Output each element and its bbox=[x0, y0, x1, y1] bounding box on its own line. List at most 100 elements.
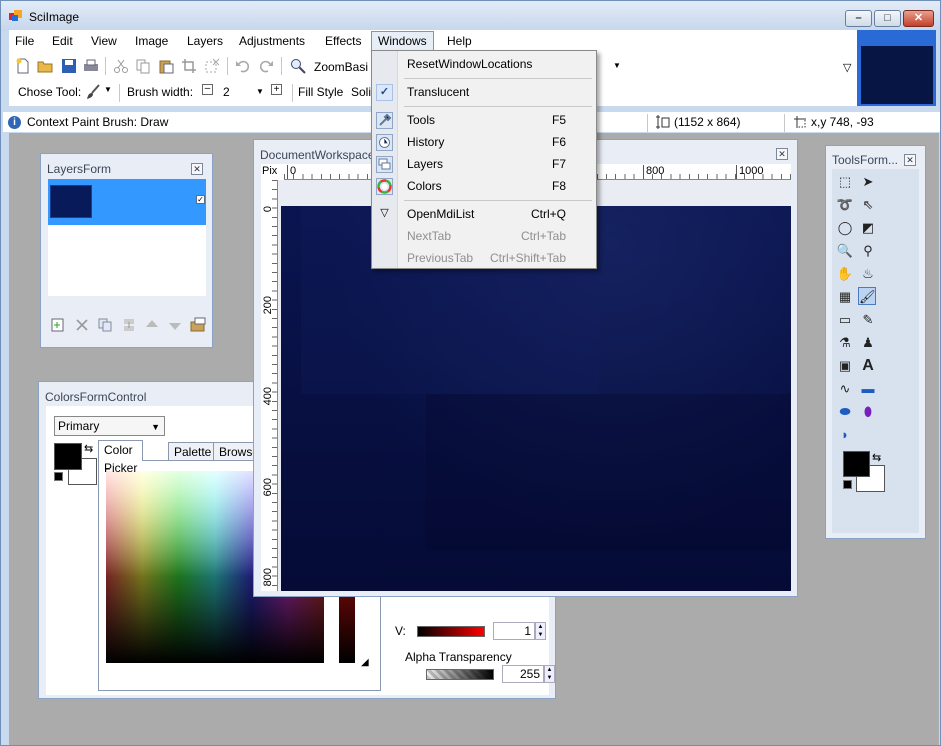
close-icon[interactable]: ✕ bbox=[904, 154, 916, 166]
value-gradient-slider[interactable] bbox=[417, 626, 485, 637]
close-window-button[interactable]: ✕ bbox=[903, 10, 934, 27]
image-size-text: (1152 x 864) bbox=[674, 115, 741, 129]
chevron-down-icon[interactable]: ▼ bbox=[613, 61, 621, 70]
layer-properties-icon[interactable] bbox=[190, 316, 206, 332]
tab-browse[interactable]: Browse bbox=[213, 442, 254, 461]
ruler-y-label: 600 bbox=[262, 478, 274, 497]
increase-width-icon[interactable]: + bbox=[271, 84, 282, 95]
cut-icon[interactable] bbox=[113, 58, 129, 74]
eraser-tool-icon[interactable]: ▭ bbox=[836, 311, 854, 329]
rectangle-select-tool-icon[interactable]: ⬚ bbox=[836, 173, 854, 191]
menu-item-colors[interactable]: Colors F8 bbox=[372, 175, 596, 197]
move-selection-tool-icon[interactable]: ➤ bbox=[859, 173, 877, 191]
redo-icon[interactable] bbox=[258, 58, 274, 74]
save-icon[interactable] bbox=[61, 58, 77, 74]
value-input[interactable]: 1 bbox=[493, 622, 535, 640]
move-layer-down-icon[interactable] bbox=[167, 317, 183, 333]
menu-help[interactable]: Help bbox=[441, 32, 478, 51]
primary-color-swatch[interactable] bbox=[54, 443, 82, 470]
width-dropdown-chevron-icon[interactable]: ▼ bbox=[256, 87, 264, 96]
brush-width-value[interactable]: 2 bbox=[223, 85, 230, 99]
menu-adjustments[interactable]: Adjustments bbox=[233, 32, 311, 51]
maximize-button[interactable]: □ bbox=[874, 10, 901, 27]
new-file-icon[interactable] bbox=[15, 58, 31, 74]
menu-layers[interactable]: Layers bbox=[181, 32, 229, 51]
menu-item-reset-window-locations[interactable]: ResetWindowLocations bbox=[372, 53, 596, 75]
rounded-rectangle-tool-icon[interactable]: ⬬ bbox=[836, 403, 854, 421]
menu-item-translucent[interactable]: ✓ Translucent bbox=[372, 81, 596, 103]
menu-image[interactable]: Image bbox=[129, 32, 174, 51]
paint-bucket-tool-icon[interactable]: ♨ bbox=[859, 265, 877, 283]
swap-colors-icon[interactable]: ⇆ bbox=[872, 451, 881, 464]
color-picker-tool-icon[interactable]: ⚗ bbox=[836, 334, 854, 352]
menu-item-open-mdi-list[interactable]: ▽ OpenMdiList Ctrl+Q bbox=[372, 203, 596, 225]
crop-icon[interactable] bbox=[181, 58, 197, 74]
text-tool-icon[interactable]: A bbox=[859, 357, 877, 375]
menu-item-history[interactable]: History F6 bbox=[372, 131, 596, 153]
magic-wand-tool-icon[interactable]: ◩ bbox=[859, 219, 877, 237]
primary-color-swatch[interactable] bbox=[843, 451, 870, 477]
open-folder-icon[interactable] bbox=[37, 58, 53, 74]
move-pixels-tool-icon[interactable]: ⇖ bbox=[859, 196, 877, 214]
menu-item-layers[interactable]: Layers F7 bbox=[372, 153, 596, 175]
close-icon[interactable]: ✕ bbox=[776, 148, 788, 160]
menu-file[interactable]: File bbox=[9, 32, 40, 51]
magic-select-tool-icon[interactable]: ⚲ bbox=[859, 242, 877, 260]
menu-edit[interactable]: Edit bbox=[46, 32, 79, 51]
paste-icon[interactable] bbox=[158, 58, 174, 74]
value-spinner-icon[interactable]: ▲ ▼ bbox=[535, 622, 546, 640]
layer-visibility-checkbox[interactable]: ✓ bbox=[196, 195, 205, 204]
swap-colors-icon[interactable]: ⇆ bbox=[84, 442, 93, 455]
zoom-tool-icon[interactable]: 🔍 bbox=[836, 242, 854, 260]
minimize-button[interactable]: – bbox=[845, 10, 872, 27]
decrease-width-icon[interactable]: – bbox=[202, 84, 213, 95]
lasso-select-tool-icon[interactable]: ➰ bbox=[836, 196, 854, 214]
menu-item-previous-tab[interactable]: PreviousTab Ctrl+Shift+Tab bbox=[372, 247, 596, 269]
title-bar[interactable]: SciImage – □ ✕ bbox=[1, 1, 940, 31]
paintbrush-tool-icon[interactable]: 🖌 bbox=[858, 287, 876, 305]
merge-layer-icon[interactable] bbox=[121, 317, 137, 333]
freeform-shape-tool-icon[interactable]: ◗ bbox=[836, 426, 854, 444]
menu-item-tools[interactable]: Tools F5 bbox=[372, 109, 596, 131]
deselect-icon[interactable] bbox=[204, 58, 220, 74]
copy-icon[interactable] bbox=[135, 58, 151, 74]
menu-windows[interactable]: Windows bbox=[371, 31, 434, 52]
fill-style-value[interactable]: Soli bbox=[351, 85, 371, 99]
toolbar-overflow-icon[interactable]: ▽ bbox=[843, 61, 851, 74]
layer-thumbnail bbox=[50, 185, 92, 218]
layers-list: ✓ bbox=[48, 179, 206, 296]
pan-tool-icon[interactable]: ✋ bbox=[836, 265, 854, 283]
delete-layer-icon[interactable] bbox=[74, 317, 90, 333]
undo-icon[interactable] bbox=[235, 58, 251, 74]
slider-handle-icon[interactable]: ◢ bbox=[361, 657, 369, 668]
duplicate-layer-icon[interactable] bbox=[97, 317, 113, 333]
line-tool-icon[interactable]: ∿ bbox=[836, 380, 854, 398]
ellipse-tool-icon[interactable]: ⬮ bbox=[859, 403, 877, 421]
reset-colors-icon[interactable] bbox=[54, 472, 63, 481]
tool-dropdown-chevron-icon[interactable]: ▼ bbox=[104, 85, 112, 94]
layer-row[interactable]: ✓ bbox=[48, 179, 206, 225]
move-layer-up-icon[interactable] bbox=[144, 317, 160, 333]
image-thumbnail[interactable] bbox=[857, 30, 936, 106]
menu-item-next-tab[interactable]: NextTab Ctrl+Tab bbox=[372, 225, 596, 247]
color-target-select[interactable]: Primary ▼ bbox=[54, 416, 165, 436]
add-layer-icon[interactable] bbox=[50, 317, 66, 333]
gradient-tool-icon[interactable]: ▦ bbox=[836, 288, 854, 306]
reset-colors-icon[interactable] bbox=[843, 480, 852, 489]
ellipse-select-tool-icon[interactable]: ◯ bbox=[836, 219, 854, 237]
zoom-icon[interactable] bbox=[290, 58, 306, 74]
rectangle-tool-icon[interactable]: ▬ bbox=[859, 380, 877, 398]
menu-effects[interactable]: Effects bbox=[319, 32, 367, 51]
recolor-tool-icon[interactable]: ▣ bbox=[836, 357, 854, 375]
print-icon[interactable] bbox=[83, 58, 99, 74]
tab-palette[interactable]: Palette bbox=[168, 442, 218, 461]
clone-stamp-tool-icon[interactable]: ♟ bbox=[859, 334, 877, 352]
close-icon[interactable]: ✕ bbox=[191, 163, 203, 175]
paintbrush-icon[interactable] bbox=[85, 84, 101, 100]
menu-view[interactable]: View bbox=[85, 32, 123, 51]
pencil-tool-icon[interactable]: ✎ bbox=[859, 311, 877, 329]
alpha-gradient-slider[interactable] bbox=[426, 669, 494, 680]
tab-color-picker[interactable]: Color Picker bbox=[98, 440, 144, 475]
alpha-input[interactable]: 255 bbox=[502, 665, 544, 683]
alpha-spinner-icon[interactable]: ▲ ▼ bbox=[544, 665, 555, 683]
